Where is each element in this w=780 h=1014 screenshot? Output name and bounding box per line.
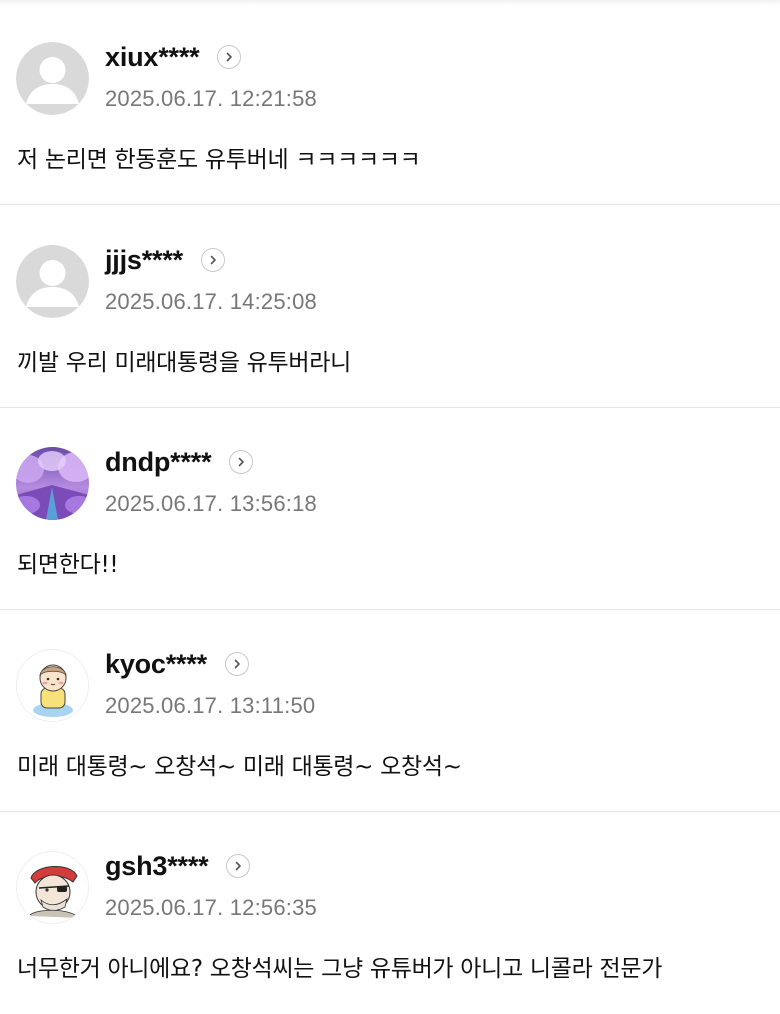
purple-blossom-avatar[interactable] xyxy=(16,447,89,520)
comment-item: dndp**** 2025.06.17. 13:56:18 되면한다!! xyxy=(0,407,780,610)
chevron-right-icon xyxy=(210,255,216,265)
default-avatar-icon[interactable] xyxy=(16,42,89,115)
comment-text: 저 논리면 한동훈도 유투버네 ㅋㅋㅋㅋㅋㅋ xyxy=(17,147,421,173)
profile-chevron-button[interactable] xyxy=(200,248,225,272)
comment-item: xiux**** 2025.06.17. 12:21:58 저 논리면 한동훈도… xyxy=(0,2,780,205)
username[interactable]: kyoc**** xyxy=(105,649,207,680)
comment-text: 너무한거 아니에요? 오창석씨는 그냥 유튜버가 아니고 니콜라 전문가 xyxy=(17,956,663,982)
timestamp: 2025.06.17. 13:56:18 xyxy=(105,491,317,516)
username[interactable]: jjjs**** xyxy=(105,245,183,276)
timestamp: 2025.06.17. 12:21:58 xyxy=(105,86,317,111)
profile-chevron-button[interactable] xyxy=(224,652,249,676)
chevron-right-icon xyxy=(227,52,233,62)
comment-item: jjjs**** 2025.06.17. 14:25:08 끼발 우리 미래대통… xyxy=(0,205,780,408)
chevron-right-icon xyxy=(236,861,242,871)
comment-item: gsh3**** 2025.06.17. 12:56:35 너무한거 아니에요?… xyxy=(0,811,780,1014)
author-row: jjjs**** xyxy=(105,243,225,277)
username[interactable]: dndp**** xyxy=(105,447,212,478)
timestamp: 2025.06.17. 14:25:08 xyxy=(105,289,317,314)
profile-chevron-button[interactable] xyxy=(217,45,242,69)
comment-item: kyoc**** 2025.06.17. 13:11:50 미래 대통령~ 오창… xyxy=(0,609,780,812)
author-row: gsh3**** xyxy=(105,849,251,883)
timestamp: 2025.06.17. 13:11:50 xyxy=(105,693,316,718)
profile-chevron-button[interactable] xyxy=(229,450,254,474)
author-row: kyoc**** xyxy=(105,647,249,681)
profile-chevron-button[interactable] xyxy=(226,854,251,878)
comment-text: 끼발 우리 미래대통령을 유투버라니 xyxy=(17,350,351,376)
author-row: xiux**** xyxy=(105,40,242,74)
author-row: dndp**** xyxy=(105,445,254,479)
cartoon-child-avatar[interactable] xyxy=(16,649,89,722)
chevron-right-icon xyxy=(234,659,240,669)
comment-text: 미래 대통령~ 오창석~ 미래 대통령~ 오창석~ xyxy=(17,754,462,780)
default-avatar-icon[interactable] xyxy=(16,245,89,318)
chevron-right-icon xyxy=(239,457,245,467)
username[interactable]: gsh3**** xyxy=(105,851,209,882)
cartoon-pirate-avatar[interactable] xyxy=(16,851,89,924)
timestamp: 2025.06.17. 12:56:35 xyxy=(105,895,317,920)
comment-text: 되면한다!! xyxy=(17,552,119,578)
username[interactable]: xiux**** xyxy=(105,42,200,73)
